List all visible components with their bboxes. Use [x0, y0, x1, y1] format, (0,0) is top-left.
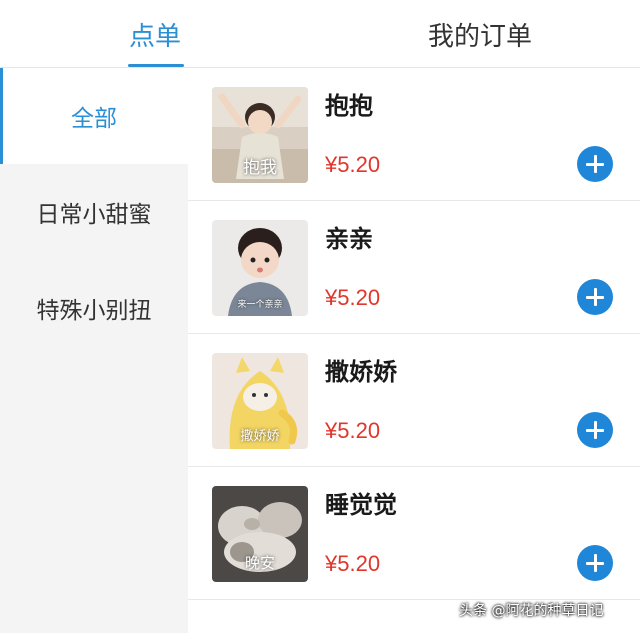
sidebar-item-label: 特殊小别扭 [36, 298, 152, 324]
product-price: ¥5.20 [325, 551, 381, 576]
category-sidebar: 全部 日常小甜蜜 特殊小别扭 [0, 68, 188, 633]
product-image: 晚安 [212, 486, 308, 582]
product-price: ¥5.20 [325, 285, 381, 310]
product-list: 抱我 抱抱 ¥5.20 来一个亲亲 亲亲 ¥5.20 撒娇娇 撒娇娇 ¥5.20… [188, 68, 640, 633]
sidebar-item-special-sulk[interactable]: 特殊小别扭 [0, 260, 188, 356]
image-caption: 抱我 [243, 158, 277, 178]
product-image: 撒娇娇 [212, 353, 308, 449]
tab-order[interactable]: 点单 [78, 0, 232, 68]
active-category-indicator [0, 68, 3, 164]
add-to-cart-button[interactable] [577, 412, 613, 448]
sidebar-item-all[interactable]: 全部 [0, 68, 188, 164]
watermark: 头条 @阿花的种草日记 [459, 603, 604, 619]
product-row: 来一个亲亲 亲亲 ¥5.20 [188, 201, 640, 334]
product-name: 撒娇娇 [325, 358, 397, 386]
product-row: 晚安 睡觉觉 ¥5.20 [188, 467, 640, 600]
product-image: 来一个亲亲 [212, 220, 308, 316]
image-caption: 撒娇娇 [240, 429, 280, 444]
add-to-cart-button[interactable] [577, 146, 613, 182]
product-row: 抱我 抱抱 ¥5.20 [188, 68, 640, 201]
tab-my-orders[interactable]: 我的订单 [398, 0, 562, 68]
sidebar-item-daily-sweet[interactable]: 日常小甜蜜 [0, 164, 188, 260]
product-name: 抱抱 [325, 92, 373, 120]
product-row: 撒娇娇 撒娇娇 ¥5.20 [188, 334, 640, 467]
sidebar-item-label: 日常小甜蜜 [36, 202, 152, 228]
image-caption: 晚安 [244, 554, 275, 572]
product-name: 睡觉觉 [325, 491, 397, 519]
add-to-cart-button[interactable] [577, 279, 613, 315]
add-to-cart-button[interactable] [577, 545, 613, 581]
product-price: ¥5.20 [325, 418, 381, 443]
image-caption: 来一个亲亲 [237, 300, 283, 310]
product-name: 亲亲 [325, 225, 373, 253]
active-tab-underline [128, 64, 184, 67]
product-image: 抱我 [212, 87, 308, 183]
sidebar-item-label: 全部 [71, 106, 117, 132]
top-tab-bar: 点单 我的订单 [0, 0, 640, 68]
product-price: ¥5.20 [325, 152, 381, 177]
